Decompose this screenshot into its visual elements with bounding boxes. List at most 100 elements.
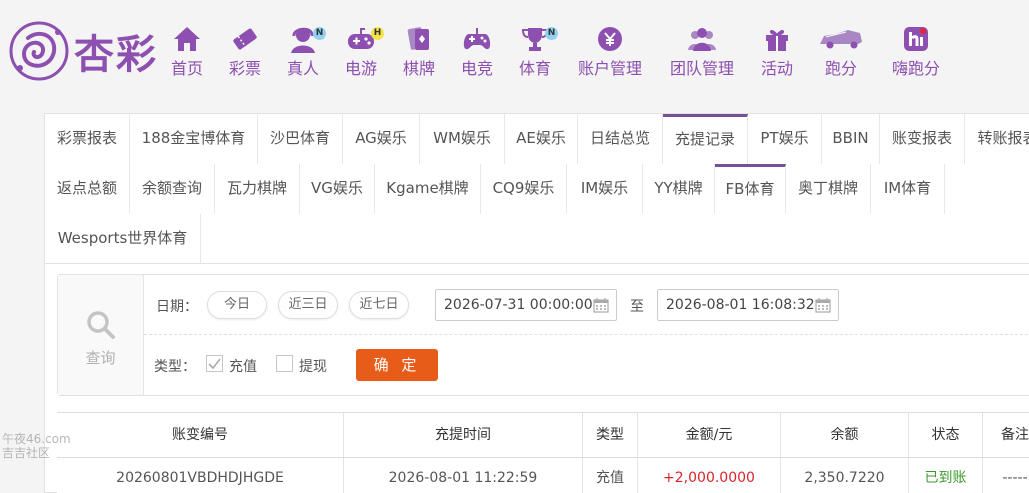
tab-ag[interactable]: AG娱乐: [343, 114, 420, 164]
query-filter: 查询 日期： 今日 近三日 近七日 2026-07-31 00:00:00 至 …: [57, 274, 1029, 396]
nav-label: 电游: [344, 59, 377, 78]
calendar-icon[interactable]: [593, 297, 609, 313]
table-row[interactable]: 20260801VBDHDJHGDE 2026-08-01 11:22:59 充…: [57, 458, 1029, 493]
type-row: 类型： 充值 提现 确 定: [144, 335, 1029, 395]
race-car-icon: [820, 30, 862, 49]
nav-cards[interactable]: 棋牌: [396, 24, 442, 79]
nav-label: 电竞: [460, 59, 493, 78]
confirm-button[interactable]: 确 定: [356, 349, 438, 381]
last-3-days-button[interactable]: 近三日: [278, 291, 338, 319]
tab-wesports[interactable]: Wesports世界体育: [45, 214, 201, 264]
nav-promotions[interactable]: 活动: [754, 24, 800, 79]
tab-yy-cards[interactable]: YY棋牌: [643, 164, 715, 214]
tab-188bet-sports[interactable]: 188金宝博体育: [130, 114, 258, 164]
nav-label: 体育: [518, 59, 551, 78]
watermark-line: 午夜46.com: [2, 432, 71, 446]
cell-status: 已到账: [909, 458, 983, 493]
nav-slots[interactable]: H 电游: [338, 24, 384, 79]
hot-badge: H: [371, 27, 384, 40]
nav-run-score[interactable]: 跑分: [816, 24, 866, 79]
query-label-box[interactable]: 查询: [58, 275, 144, 395]
table-header: 账变编号 充提时间 类型 金额/元 余额 状态 备注: [57, 412, 1029, 458]
nav-account[interactable]: 账户管理: [574, 24, 646, 79]
nav-hi-run-score[interactable]: 嗨跑分: [888, 24, 944, 79]
deposit-checkbox[interactable]: [206, 355, 223, 372]
new-badge: N: [313, 27, 326, 40]
tab-deposit-withdraw-records[interactable]: 充提记录: [663, 114, 748, 164]
col-record-id: 账变编号: [57, 413, 344, 457]
nav-label: 账户管理: [577, 59, 642, 78]
yen-coin-icon: [598, 27, 622, 51]
tab-im-sports[interactable]: IM体育: [871, 164, 945, 214]
date-row: 日期： 今日 近三日 近七日 2026-07-31 00:00:00 至 202…: [144, 275, 1029, 335]
col-balance: 余额: [781, 413, 909, 457]
start-date-value: 2026-07-31 00:00:00: [444, 297, 593, 313]
tab-bbin[interactable]: BBIN: [822, 114, 880, 164]
nav-label: 彩票: [228, 59, 261, 78]
check-icon: [208, 358, 221, 370]
site-logo[interactable]: 杏彩: [8, 20, 158, 82]
tab-transfer-report[interactable]: 转账报表: [965, 114, 1029, 164]
withdraw-label: 提现: [299, 359, 327, 375]
nav-label: 嗨跑分: [891, 59, 940, 78]
to-label: 至: [630, 299, 644, 315]
tab-balance-inquiry[interactable]: 余额查询: [130, 164, 215, 214]
nav-lottery[interactable]: 彩票: [222, 24, 268, 79]
nav-sports[interactable]: N 体育: [512, 24, 558, 79]
tab-wali-cards[interactable]: 瓦力棋牌: [215, 164, 300, 214]
tab-im[interactable]: IM娱乐: [567, 164, 643, 214]
tab-saba-sports[interactable]: 沙巴体育: [258, 114, 343, 164]
cell-type: 充值: [583, 458, 638, 493]
tab-lottery-report[interactable]: 彩票报表: [45, 114, 130, 164]
search-icon: [86, 311, 115, 339]
col-amount: 金额/元: [638, 413, 781, 457]
withdraw-checkbox[interactable]: [276, 355, 293, 372]
tab-cq9[interactable]: CQ9娱乐: [481, 164, 567, 214]
lottery-ticket-icon: [233, 28, 257, 50]
cell-remark: -----: [1002, 470, 1028, 486]
query-label: 查询: [85, 349, 116, 367]
nav-live[interactable]: N 真人: [280, 24, 326, 79]
watermark: 午夜46.com 吉吉社区: [2, 432, 92, 484]
home-icon: [174, 27, 200, 51]
nav-label: 首页: [170, 59, 203, 78]
top-header: 杏彩 首页 彩票 N 真人 H 电游 棋牌 电竞 N 体育 账户管理 团队管理 …: [0, 0, 1029, 100]
cell-record-id: 20260801VBDHDJHGDE: [57, 458, 344, 493]
tab-fb-sports[interactable]: FB体育: [715, 164, 786, 214]
brand-name: 杏彩: [74, 31, 158, 78]
nav-label: 棋牌: [402, 59, 435, 78]
tab-kgame-cards[interactable]: Kgame棋牌: [375, 164, 481, 214]
nav-label: 活动: [760, 59, 793, 78]
tab-daily-overview[interactable]: 日结总览: [578, 114, 663, 164]
type-label: 类型：: [154, 359, 196, 375]
tab-pt[interactable]: PT娱乐: [748, 114, 822, 164]
col-type: 类型: [583, 413, 638, 457]
tab-odin-cards[interactable]: 奥丁棋牌: [786, 164, 871, 214]
nav-team[interactable]: 团队管理: [666, 24, 738, 79]
report-tabs: 彩票报表 188金宝博体育 沙巴体育 AG娱乐 WM娱乐 AE娱乐 日结总览 充…: [45, 114, 1029, 264]
cell-balance: 2,350.7220: [781, 458, 909, 493]
cards-icon: [407, 27, 429, 50]
tab-rebate-total[interactable]: 返点总额: [45, 164, 130, 214]
today-button[interactable]: 今日: [207, 291, 267, 319]
cell-time: 2026-08-01 11:22:59: [344, 458, 583, 493]
tab-ae[interactable]: AE娱乐: [505, 114, 578, 164]
calendar-icon[interactable]: [815, 297, 831, 313]
date-label: 日期：: [156, 299, 198, 315]
gift-icon: [766, 29, 788, 51]
cell-amount: +2,000.0000: [638, 458, 781, 493]
nav-esports[interactable]: 电竞: [454, 24, 500, 79]
tab-balance-change-report[interactable]: 账变报表: [880, 114, 965, 164]
watermark-line: 吉吉社区: [2, 446, 51, 460]
last-7-days-button[interactable]: 近七日: [349, 291, 409, 319]
new-badge: N: [545, 27, 558, 40]
end-date-input[interactable]: 2026-08-01 16:08:32: [657, 289, 839, 321]
tab-wm[interactable]: WM娱乐: [420, 114, 505, 164]
deposit-label: 充值: [229, 359, 257, 375]
start-date-input[interactable]: 2026-07-31 00:00:00: [435, 289, 617, 321]
team-icon: [688, 28, 716, 51]
col-time: 充提时间: [344, 413, 583, 457]
hi-app-icon: [904, 27, 928, 51]
nav-home[interactable]: 首页: [164, 24, 210, 79]
tab-vg[interactable]: VG娱乐: [300, 164, 375, 214]
